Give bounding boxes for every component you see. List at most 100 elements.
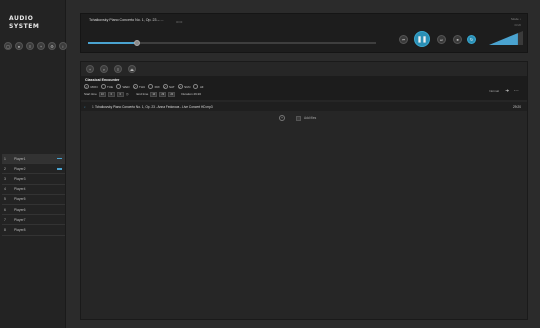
previous-button[interactable]: ⏮ [399,35,408,44]
day-checkbox[interactable]: ✓ MON [84,84,98,89]
add-icon[interactable]: + [279,115,285,121]
end-minute-field[interactable]: 29 [159,92,167,97]
schedule-row: Start time 10 0 0 ◷ End time 10 29 20 Du… [84,92,201,97]
day-checkbox[interactable]: WED [116,84,130,89]
folder-icon [296,115,301,121]
playlist-toolbar: + ⌕ ≡ ⏏ [86,65,136,73]
day-label: FRI [154,84,160,89]
track-duration: 29:20 [513,104,521,109]
player-number: 7 [4,217,6,222]
checkbox-icon [148,84,154,89]
pause-button[interactable]: ❚❚ [414,31,430,47]
settings-icon[interactable]: ⚙ [48,42,56,50]
start-minute-field[interactable]: 0 [107,92,115,97]
stop-button[interactable]: ■ [453,35,462,44]
end-time-label: End time [136,92,149,97]
sidebar-item-player[interactable]: 6 Player6 [2,205,65,216]
seek-handle[interactable] [133,39,140,46]
loop-button[interactable]: ↻ [467,35,476,44]
more-options-button[interactable]: ... [514,87,519,93]
player-number: 4 [4,187,6,192]
arrow-right-icon[interactable]: ➜ [505,88,509,94]
app-logo: AUDIO SYSTEM [9,14,40,30]
day-checkbox[interactable]: All [193,84,203,89]
search-icon[interactable]: ⌕ [100,65,108,73]
activity-indicator [57,168,62,170]
start-hour-field[interactable]: 10 [98,92,106,97]
duration-label: Duration 29:20 [181,92,201,97]
player-number: 6 [4,207,6,212]
player-list: 1 Player1 2 Player2 3 Player3 4 Player4 5 Player5… [2,154,65,236]
clock-icon: ◷ [125,92,129,97]
list-icon[interactable]: ≡ [114,65,122,73]
music-note-icon: ♪ [84,104,86,109]
day-checkbox[interactable]: ✓ SUN [177,84,191,89]
day-checkbox[interactable]: FRI [148,84,160,89]
playback-mode[interactable]: Mode ↓ [511,17,521,21]
day-label: WED [122,84,130,89]
sidebar-item-player[interactable]: 7 Player7 [2,215,65,226]
sidebar: AUDIO SYSTEM ▢ ● ≡ + ⚙ i 1 Player1 2 Player… [0,0,67,328]
end-second-field[interactable]: 20 [168,92,176,97]
checkbox-icon [100,84,106,89]
start-second-field[interactable]: 0 [116,92,124,97]
start-time-label: Start time [84,92,97,97]
time-readout: 03:20 [514,24,522,27]
info-icon[interactable]: i [59,42,67,50]
add-icon[interactable]: + [86,65,94,73]
checkbox-icon [116,84,121,89]
now-playing-elapsed: 00:00 [176,21,183,24]
playlist-mode-select[interactable]: Normal [489,89,499,93]
playlist-header: Classical Encounter ✓ MON TUE WED ✓ THU FRI ✓ SA… [81,76,527,100]
day-label: TUE [107,84,113,89]
sidebar-toolbar: ▢ ● ≡ + ⚙ i [4,42,67,50]
day-label: MON [90,84,98,89]
seek-fill [88,42,137,44]
volume-slider[interactable] [489,31,523,45]
new-icon[interactable]: ▢ [4,42,12,50]
day-checkbox[interactable]: ✓ SAT [162,84,175,89]
sidebar-item-player[interactable]: 5 Player5 [2,195,65,205]
player-number: 8 [4,227,6,232]
player-name: Player5 [14,197,26,202]
checkbox-icon: ✓ [132,84,138,89]
day-label: SAT [169,84,175,89]
checkbox-icon: ✓ [84,84,89,89]
activity-indicator [57,158,62,160]
player-number: 2 [4,166,6,171]
sidebar-item-player[interactable]: 1 Player1 [2,154,65,165]
playlist-name: Classical Encounter [85,78,120,82]
day-label: All [199,84,204,89]
day-checkbox[interactable]: ✓ THU [132,84,146,89]
day-label: SUN [184,84,191,89]
day-selector: ✓ MON TUE WED ✓ THU FRI ✓ SAT ✓ SUN All [84,84,203,89]
sidebar-item-player[interactable]: 8 Player8 [2,225,65,236]
day-checkbox[interactable]: TUE [100,84,113,89]
add-files-label[interactable]: Add files [304,116,316,120]
eject-icon[interactable]: ⏏ [128,65,136,73]
add-files-row[interactable]: + Add files [279,115,316,121]
table-row[interactable]: ♪ 1 Tchaikovsky Piano Concerto No. 1, Op… [81,102,527,111]
checkbox-icon: ✓ [177,84,183,89]
sidebar-item-player[interactable]: 4 Player4 [2,185,65,195]
player-name: Player6 [14,207,26,212]
next-button[interactable]: ⏭ [437,35,446,44]
sidebar-item-player[interactable]: 3 Player3 [2,174,65,185]
player-number: 1 [4,156,6,161]
playlist-panel: + ⌕ ≡ ⏏ Classical Encounter ✓ MON TUE WED ✓ T… [80,61,528,320]
sidebar-item-player[interactable]: 2 Player2 [2,164,65,175]
player-number: 3 [4,176,6,181]
now-playing-bar: Tchaikovsky Piano Concerto No. 1, Op. 23… [80,13,528,53]
track-name: Tchaikovsky Piano Concerto No. 1, Op. 23… [95,104,213,109]
player-name: Player8 [14,227,26,232]
end-hour-field[interactable]: 10 [150,92,158,97]
player-name: Player3 [14,176,26,181]
player-name: Player4 [14,187,26,192]
record-icon[interactable]: ● [15,42,23,50]
seek-bar[interactable] [88,39,376,46]
player-number: 5 [4,197,6,202]
add-icon[interactable]: + [37,42,45,50]
checkbox-icon [193,84,199,89]
day-label: THU [139,84,146,89]
list-icon[interactable]: ≡ [26,42,34,50]
